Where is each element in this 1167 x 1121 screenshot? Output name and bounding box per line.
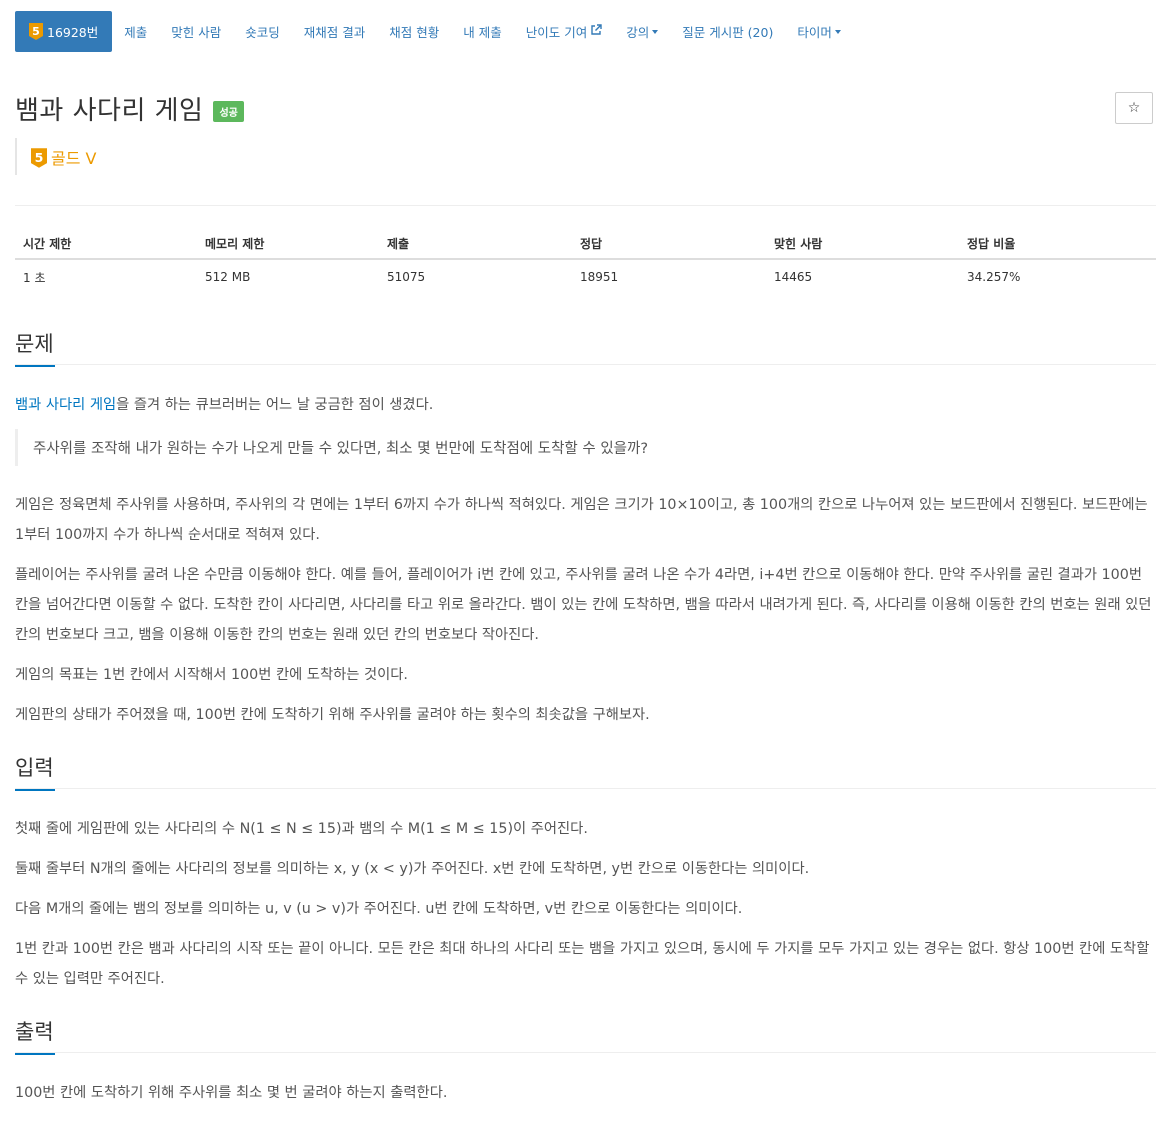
header-memory-limit: 메모리 제한 [197,228,379,260]
accept-ratio-value: 34.257% [967,270,1021,284]
problem-intro-rest: 을 즐겨 하는 큐브러버는 어느 날 궁금한 점이 생겼다. [116,397,434,413]
nav-tier-number: 5 [32,25,40,38]
output-paragraph-1: 100번 칸에 도착하기 위해 주사위를 최소 몇 번 굴려야 하는지 출력한다… [15,1085,448,1101]
problem-nav: 5 16928번 제출 맞힌 사람 숏코딩 재채점 결과 채점 현황 내 제출 … [15,11,853,52]
nav-rejudge-result[interactable]: 재채점 결과 [292,11,377,52]
title-row: 뱀과 사다리 게임 성공 [15,90,244,127]
nav-short-coding[interactable]: 숏코딩 [233,11,292,52]
input-paragraph-4: 1번 칸과 100번 칸은 뱀과 사다리의 시작 또는 끝이 아니다. 모든 칸… [15,941,1150,987]
nav-difficulty-label: 난이도 기여 [525,25,588,40]
section-title-input-text: 입력 [15,756,54,780]
solved-users-value: 14465 [774,270,813,284]
section-title-input: 입력 [15,752,55,791]
problem-info-table: 시간 제한 메모리 제한 제출 정답 맞힌 사람 정답 비율 1 초 512 M… [15,228,1156,294]
accepted-value: 18951 [580,270,619,284]
section-title-problem-text: 문제 [15,332,54,356]
section-rule [15,364,1156,365]
nav-solved-users[interactable]: 맞힌 사람 [159,11,233,52]
nav-problem-number-label: 16928번 [47,25,99,40]
external-link-icon [590,24,602,39]
nav-problem-number[interactable]: 5 16928번 [15,11,113,52]
section-title-output: 출력 [15,1016,55,1055]
nav-submit[interactable]: 제출 [112,11,159,52]
table-row: 1 초 512 MB 51075 18951 14465 34.257% [15,259,1156,294]
header-solved-users: 맞힌 사람 [766,228,959,260]
nav-status[interactable]: 채점 현황 [377,11,451,52]
header-time-limit: 시간 제한 [15,228,197,260]
problem-blockquote: 주사위를 조작해 내가 원하는 수가 나오게 만들 수 있다면, 최소 몇 번만… [15,429,1153,466]
time-limit-value: 1 초 [23,270,46,285]
favorite-star-button[interactable]: ☆ [1115,92,1153,124]
input-paragraph-1: 첫째 줄에 게임판에 있는 사다리의 수 N(1 ≤ N ≤ 15)과 뱀의 수… [15,821,588,837]
nav-my-submissions[interactable]: 내 제출 [451,11,513,52]
tier-line: 5 골드 V [15,138,96,175]
tier-number: 5 [35,150,44,165]
input-paragraph-2: 둘째 줄부터 N개의 줄에는 사다리의 정보를 의미하는 x, y (x < y… [15,861,810,877]
nav-timer-label: 타이머 [797,25,832,40]
nav-lecture-label: 강의 [626,25,650,40]
problem-paragraph-2: 플레이어는 주사위를 굴려 나온 수만큼 이동해야 한다. 예를 들어, 플레이… [15,567,1152,643]
table-header-row: 시간 제한 메모리 제한 제출 정답 맞힌 사람 정답 비율 [15,228,1156,260]
problem-page: 5 16928번 제출 맞힌 사람 숏코딩 재채점 결과 채점 현황 내 제출 … [0,0,1167,1121]
header-accepted: 정답 [572,228,766,260]
status-badge: 성공 [213,101,244,122]
input-paragraph-3: 다음 M개의 줄에는 뱀의 정보를 의미하는 u, v (u > v)가 주어진… [15,901,743,917]
memory-limit-value: 512 MB [205,270,251,284]
page-title: 뱀과 사다리 게임 [15,96,204,126]
section-title-output-text: 출력 [15,1020,54,1044]
nav-difficulty-contribution[interactable]: 난이도 기여 [514,11,614,52]
section-title-problem: 문제 [15,328,55,367]
problem-paragraph-3: 게임의 목표는 1번 칸에서 시작해서 100번 칸에 도착하는 것이다. [15,667,408,683]
gold-tier-badge-icon: 5 [29,23,43,40]
nav-timer-dropdown[interactable]: 타이머 [785,11,853,52]
problem-paragraph-4: 게임판의 상태가 주어졌을 때, 100번 칸에 도착하기 위해 주사위를 굴려… [15,707,650,723]
submissions-value: 51075 [387,270,426,284]
divider [15,205,1156,206]
problem-intro: 뱀과 사다리 게임을 즐겨 하는 큐브러버는 어느 날 궁금한 점이 생겼다. [15,390,1156,420]
header-accept-ratio: 정답 비율 [959,228,1156,260]
problem-paragraph-1: 게임은 정육면체 주사위를 사용하며, 주사위의 각 면에는 1부터 6까지 수… [15,497,1148,543]
caret-down-icon [834,29,841,34]
section-rule [15,1052,1156,1053]
problem-title-link[interactable]: 뱀과 사다리 게임 [15,397,116,413]
nav-question-board[interactable]: 질문 게시판 (20) [670,11,785,52]
caret-down-icon [652,29,659,34]
section-rule [15,788,1156,789]
gold-tier-badge-icon: 5 [31,148,47,168]
header-submissions: 제출 [379,228,572,260]
star-icon: ☆ [1127,100,1141,116]
nav-lecture-dropdown[interactable]: 강의 [614,11,670,52]
tier-text[interactable]: 골드 V [51,145,96,169]
